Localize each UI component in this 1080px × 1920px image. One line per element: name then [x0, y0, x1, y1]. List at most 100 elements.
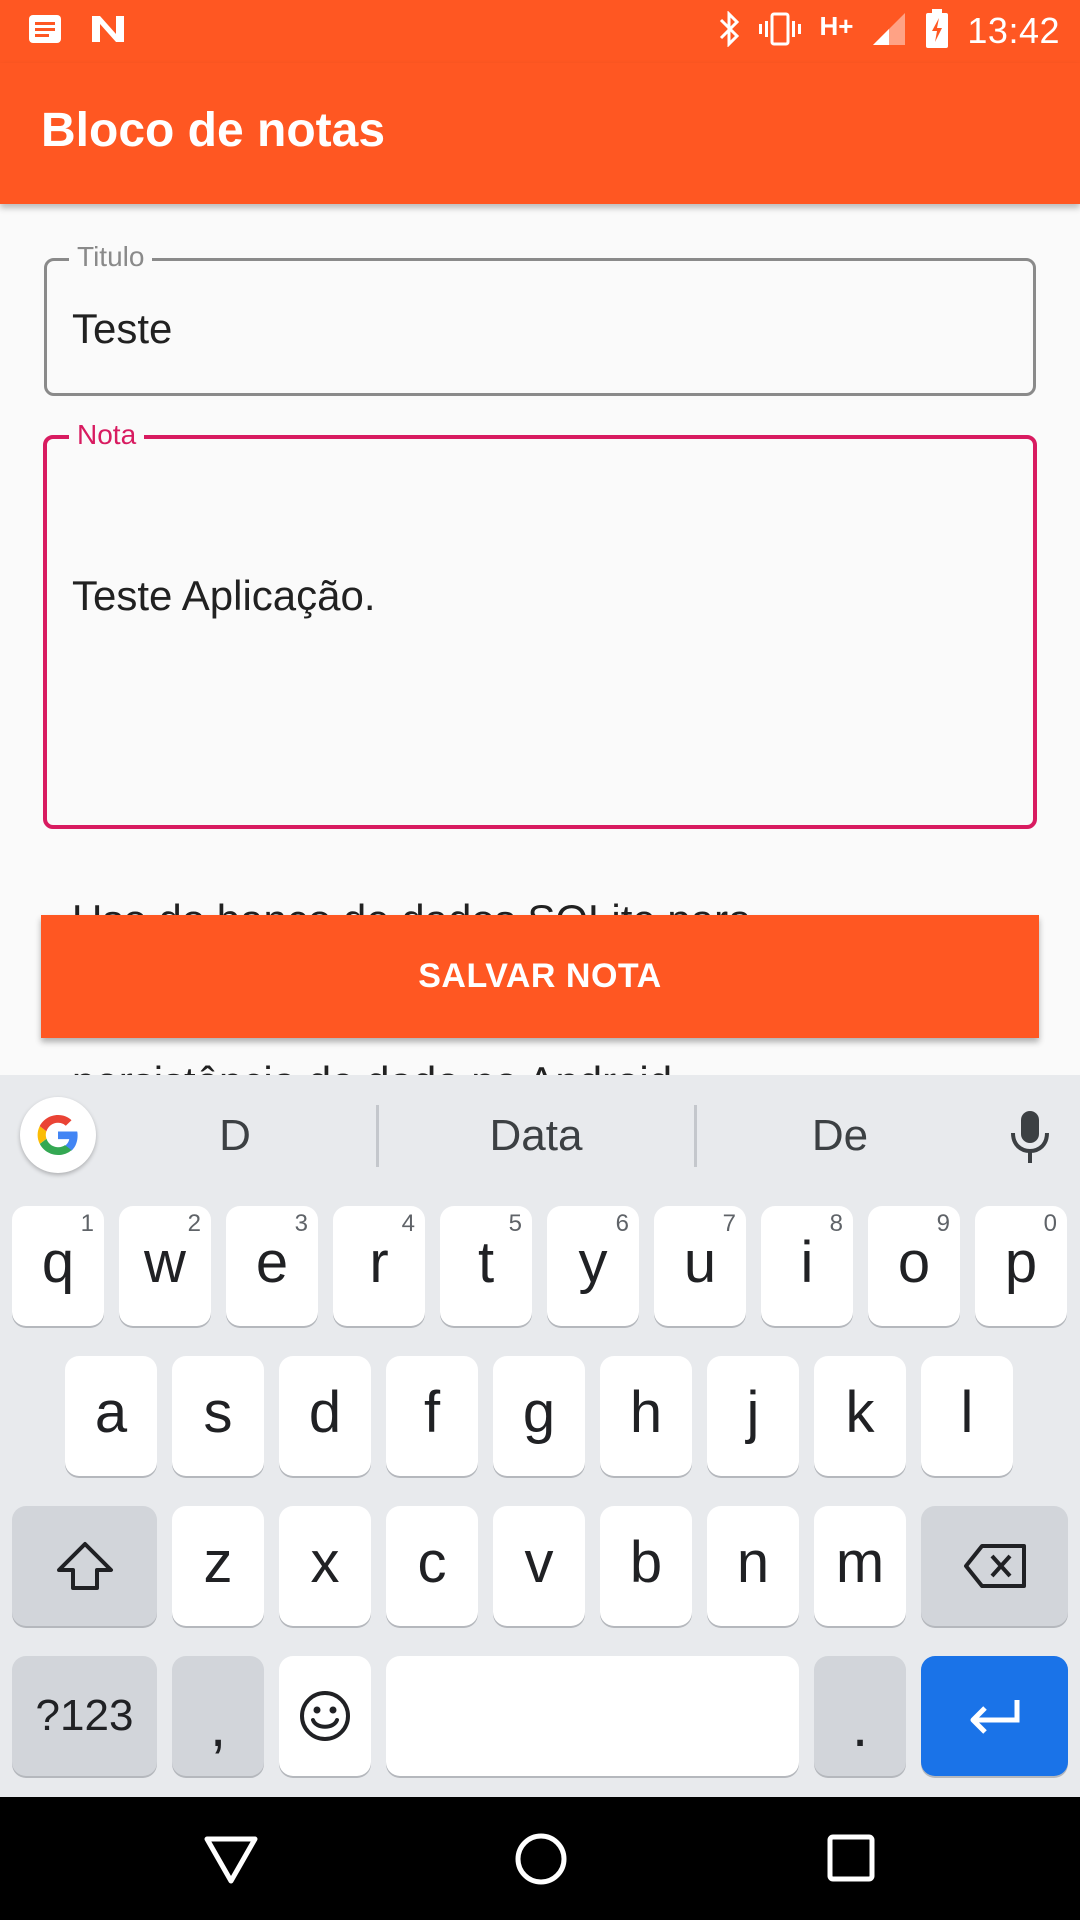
key-hint: 9 — [936, 1210, 950, 1237]
emoji-icon — [300, 1691, 350, 1741]
key-q[interactable]: q1 — [12, 1206, 104, 1326]
note-line — [72, 731, 751, 785]
key-o[interactable]: o9 — [868, 1206, 960, 1326]
microphone-icon[interactable] — [1008, 1109, 1052, 1170]
key-label: u — [683, 1229, 717, 1295]
key-d[interactable]: d — [279, 1356, 371, 1476]
key-l[interactable]: l — [921, 1356, 1013, 1476]
bluetooth-icon — [717, 9, 741, 52]
key-label: j — [746, 1379, 760, 1445]
key-hint: 0 — [1043, 1210, 1057, 1237]
key-j[interactable]: j — [707, 1356, 799, 1476]
key-b[interactable]: b — [600, 1506, 692, 1626]
key-hint: 2 — [187, 1210, 201, 1237]
key-v[interactable]: v — [493, 1506, 585, 1626]
n-app-icon — [90, 14, 126, 49]
key-u[interactable]: u7 — [654, 1206, 746, 1326]
key-label: x — [310, 1529, 340, 1595]
note-field-label: Nota — [69, 419, 145, 451]
key-hint: 5 — [508, 1210, 522, 1237]
key-a[interactable]: a — [65, 1356, 157, 1476]
app-title: Bloco de notas — [41, 104, 386, 157]
keyboard: D Data De ?123 , . q1w2e3r4t5y6u7i8o9p0a… — [0, 1075, 1080, 1797]
period-key-label: . — [851, 1693, 869, 1759]
network-type: H+ — [819, 10, 854, 41]
app-bar: Bloco de notas — [0, 63, 1080, 204]
google-icon[interactable] — [20, 1097, 96, 1173]
shift-key[interactable] — [12, 1506, 157, 1626]
clock: 13:42 — [967, 10, 1060, 51]
key-hint: 8 — [829, 1210, 843, 1237]
suggestion-2[interactable]: Data — [420, 1111, 652, 1161]
key-label: n — [736, 1529, 770, 1595]
comma-key[interactable]: , — [172, 1656, 264, 1776]
key-hint: 4 — [401, 1210, 415, 1237]
vibrate-icon — [759, 11, 802, 52]
suggestion-strip: D Data De — [0, 1075, 1080, 1195]
emoji-key[interactable] — [279, 1656, 371, 1776]
key-label: h — [629, 1379, 663, 1445]
suggestion-3[interactable]: De — [740, 1111, 940, 1161]
key-t[interactable]: t5 — [440, 1206, 532, 1326]
key-label: q — [41, 1229, 75, 1295]
key-label: b — [629, 1529, 663, 1595]
key-label: w — [144, 1229, 186, 1295]
key-hint: 1 — [80, 1210, 94, 1237]
save-note-button[interactable]: SALVAR NOTA — [41, 915, 1039, 1038]
navigation-bar — [0, 1797, 1080, 1920]
key-label: z — [203, 1529, 233, 1595]
comma-key-label: , — [209, 1693, 227, 1759]
key-f[interactable]: f — [386, 1356, 478, 1476]
key-label: k — [845, 1379, 875, 1445]
title-field-value: Teste — [72, 305, 173, 352]
key-x[interactable]: x — [279, 1506, 371, 1626]
key-m[interactable]: m — [814, 1506, 906, 1626]
note-line: Teste Aplicação. — [72, 572, 376, 619]
key-label: g — [522, 1379, 556, 1445]
suggestion-1[interactable]: D — [140, 1111, 330, 1161]
key-w[interactable]: w2 — [119, 1206, 211, 1326]
period-key[interactable]: . — [814, 1656, 906, 1776]
key-c[interactable]: c — [386, 1506, 478, 1626]
suggestion-divider — [694, 1105, 697, 1167]
key-label: r — [369, 1229, 389, 1295]
battery-charging-icon — [925, 8, 949, 54]
key-label: c — [417, 1529, 447, 1595]
key-k[interactable]: k — [814, 1356, 906, 1476]
enter-key[interactable] — [921, 1656, 1068, 1776]
backspace-key[interactable] — [921, 1506, 1068, 1626]
key-h[interactable]: h — [600, 1356, 692, 1476]
key-s[interactable]: s — [172, 1356, 264, 1476]
title-field-label: Titulo — [69, 241, 153, 273]
key-hint: 7 — [722, 1210, 736, 1237]
signal-icon — [871, 11, 907, 52]
key-p[interactable]: p0 — [975, 1206, 1067, 1326]
key-y[interactable]: y6 — [547, 1206, 639, 1326]
key-label: i — [800, 1229, 814, 1295]
key-label: s — [203, 1379, 233, 1445]
key-label: y — [578, 1229, 608, 1295]
back-icon[interactable] — [203, 1835, 259, 1890]
recents-icon[interactable] — [826, 1833, 876, 1888]
key-label: o — [897, 1229, 931, 1295]
space-key[interactable] — [386, 1656, 799, 1776]
status-bar: H+ 13:42 — [0, 0, 1080, 63]
key-label: d — [308, 1379, 342, 1445]
key-label: l — [960, 1379, 974, 1445]
note-field[interactable]: Nota Teste Aplicação. Uso do banco de da… — [43, 419, 1037, 1435]
home-icon[interactable] — [513, 1831, 569, 1892]
key-g[interactable]: g — [493, 1356, 585, 1476]
key-z[interactable]: z — [172, 1506, 264, 1626]
key-i[interactable]: i8 — [761, 1206, 853, 1326]
key-label: e — [255, 1229, 289, 1295]
symbols-key-label: ?123 — [35, 1691, 134, 1740]
symbols-key[interactable]: ?123 — [12, 1656, 157, 1776]
key-label: f — [423, 1379, 441, 1445]
key-label: a — [94, 1379, 128, 1445]
key-label: t — [477, 1229, 495, 1295]
title-field[interactable]: Titulo Teste — [44, 241, 1036, 396]
key-n[interactable]: n — [707, 1506, 799, 1626]
key-r[interactable]: r4 — [333, 1206, 425, 1326]
key-e[interactable]: e3 — [226, 1206, 318, 1326]
suggestion-divider — [376, 1105, 379, 1167]
